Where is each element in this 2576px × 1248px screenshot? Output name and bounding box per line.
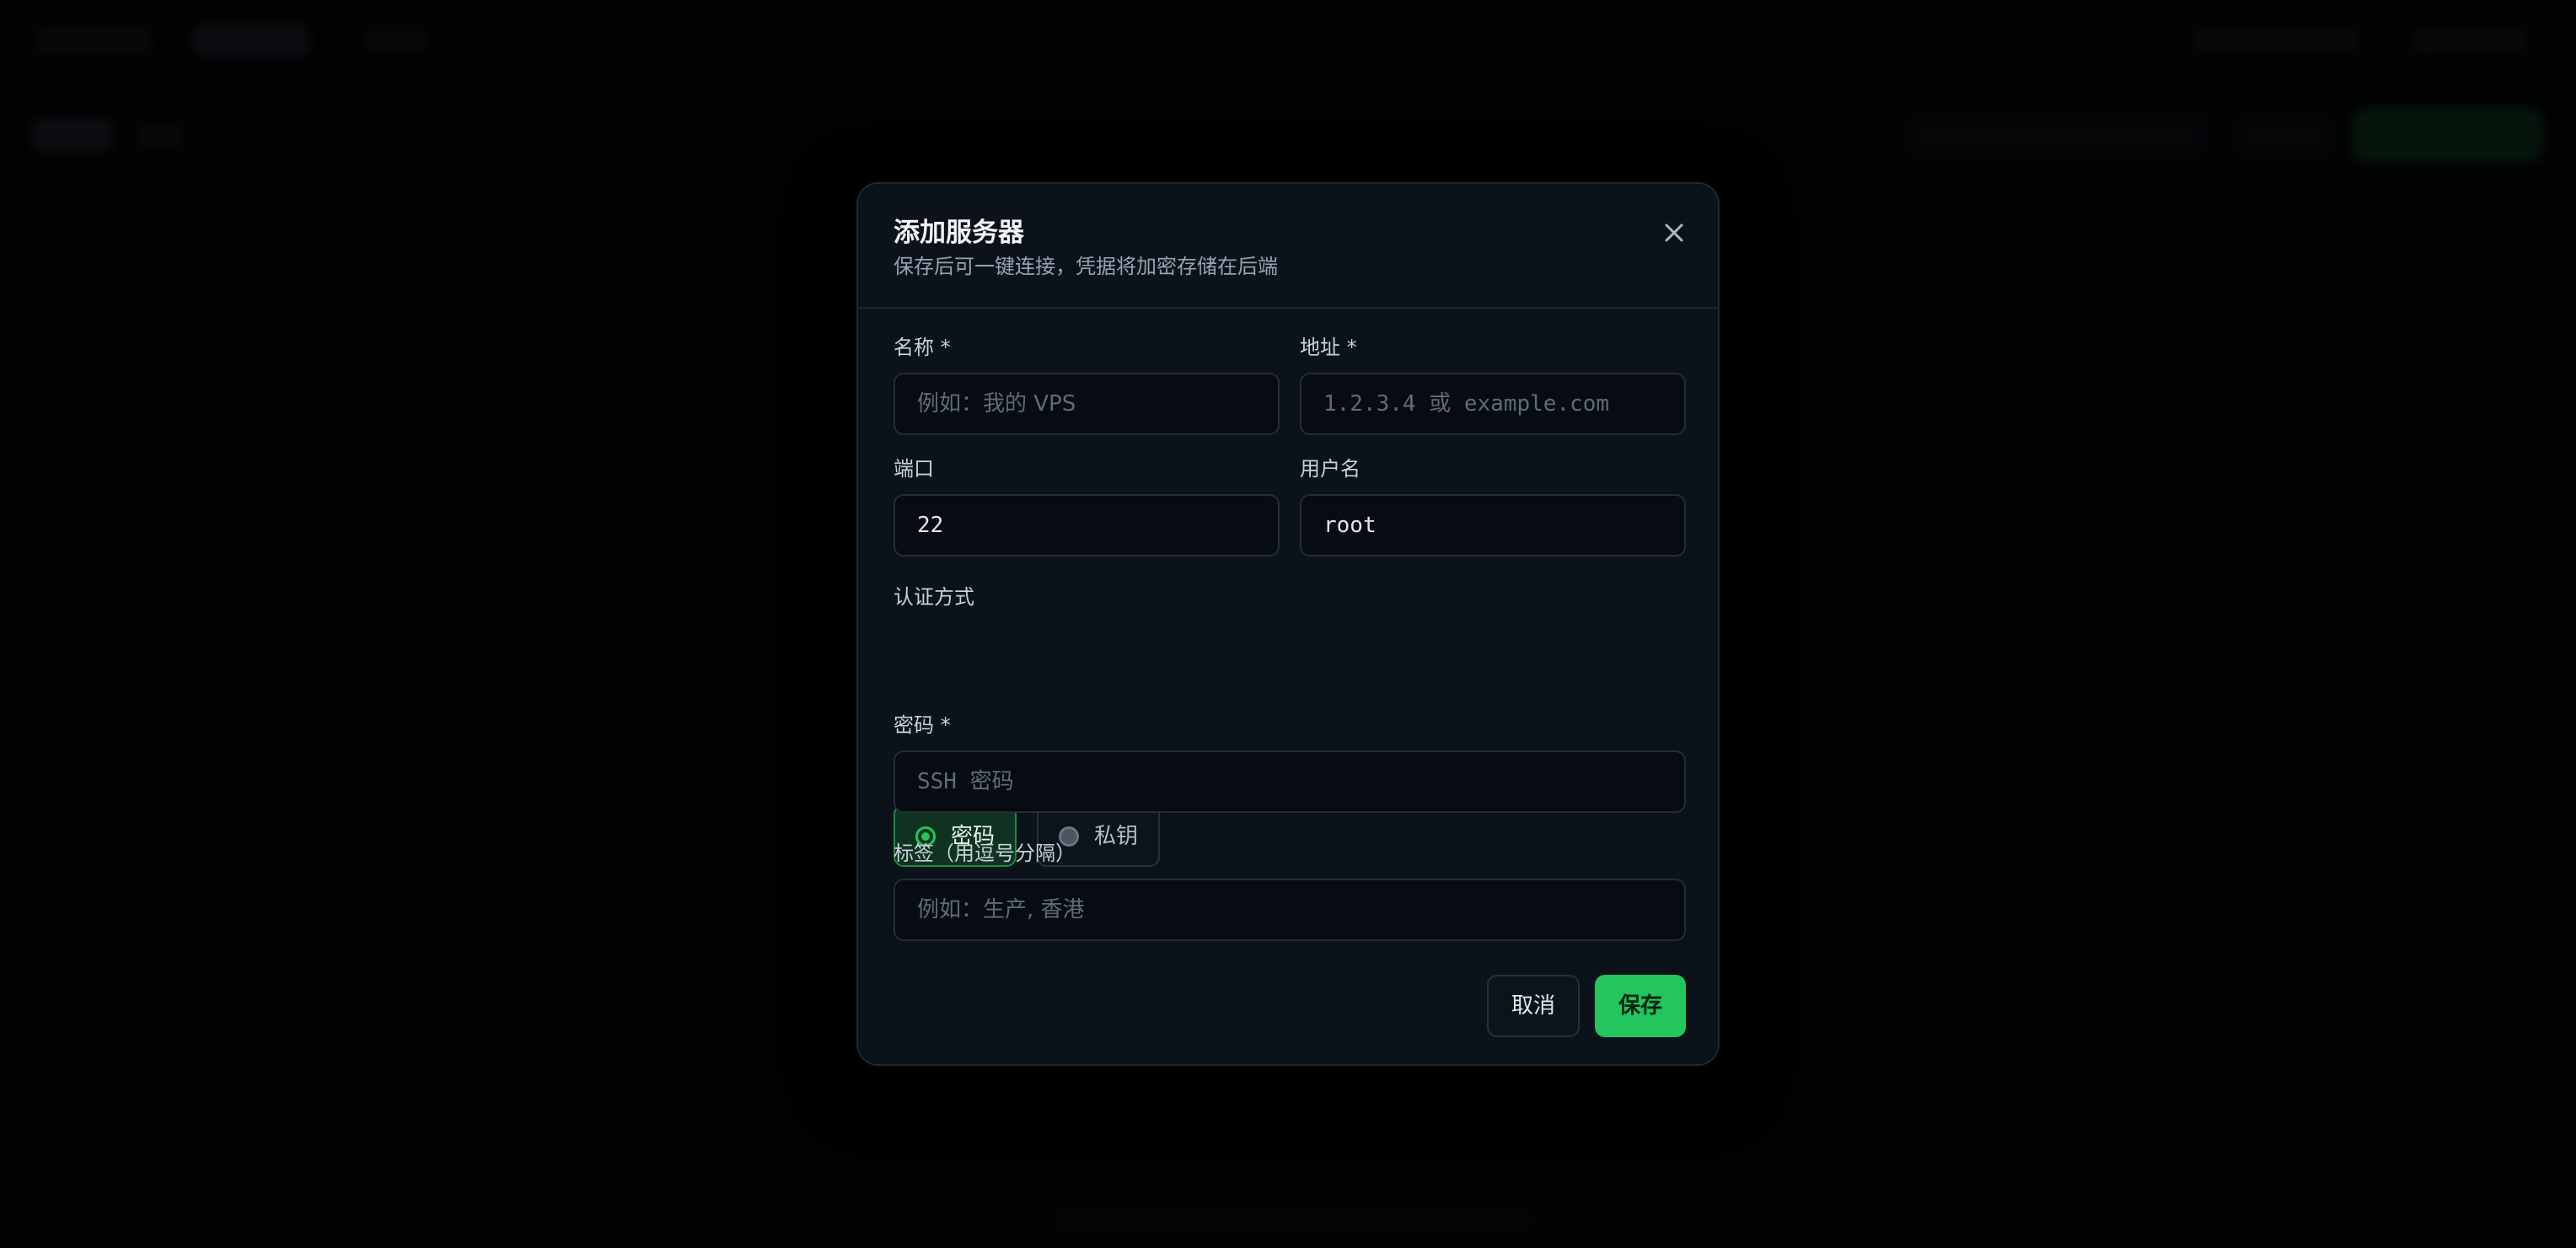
- cancel-button[interactable]: 取消: [1487, 975, 1580, 1037]
- name-label: 名称 *: [894, 336, 951, 359]
- password-input[interactable]: [894, 750, 1686, 813]
- port-label: 端口: [894, 457, 934, 481]
- tags-label: 标签（用逗号分隔）: [894, 842, 1076, 865]
- dialog-subtitle: 保存后可一键连接，凭据将加密存储在后端: [894, 255, 1278, 278]
- port-input[interactable]: [894, 494, 1280, 557]
- auth-method-label: 认证方式: [894, 585, 974, 609]
- auth-option-label: 私钥: [1094, 824, 1139, 849]
- password-label: 密码 *: [894, 713, 951, 737]
- address-label: 地址 *: [1300, 336, 1357, 359]
- dialog-title: 添加服务器: [894, 218, 1024, 248]
- save-button[interactable]: 保存: [1595, 975, 1686, 1037]
- close-icon: [1665, 223, 1683, 242]
- name-input[interactable]: [894, 373, 1280, 435]
- address-input[interactable]: [1300, 373, 1686, 435]
- username-label: 用户名: [1300, 457, 1360, 481]
- dialog-header: 添加服务器 保存后可一键连接，凭据将加密存储在后端: [858, 184, 1718, 309]
- username-input[interactable]: [1300, 494, 1686, 557]
- app-window: 添加服务器 保存后可一键连接，凭据将加密存储在后端 名称 * 地址 * 端口 用…: [0, 0, 2576, 1248]
- tags-input[interactable]: [894, 879, 1686, 941]
- close-button[interactable]: [1656, 214, 1693, 251]
- add-server-dialog: 添加服务器 保存后可一键连接，凭据将加密存储在后端 名称 * 地址 * 端口 用…: [856, 182, 1720, 1066]
